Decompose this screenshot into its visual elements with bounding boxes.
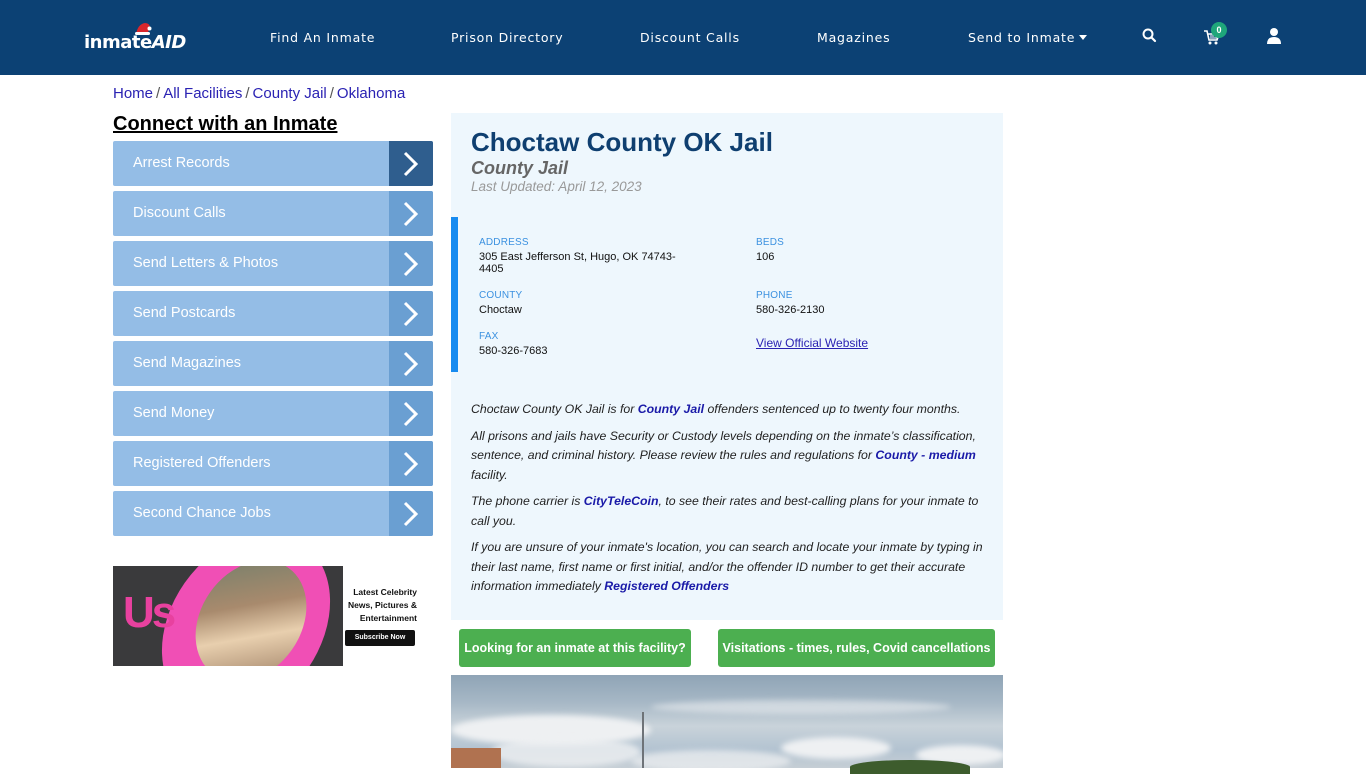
find-inmate-at-facility-button[interactable]: Looking for an inmate at this facility? — [459, 629, 691, 667]
breadcrumb-oklahoma[interactable]: Oklahoma — [337, 85, 405, 102]
phone-field: PHONE 580-326-2130 — [756, 290, 825, 316]
chevron-right-icon — [389, 491, 433, 536]
facility-title: Choctaw County OK Jail — [471, 127, 773, 157]
nav-prison-directory[interactable]: Prison Directory — [451, 30, 563, 45]
breadcrumb-separator: / — [156, 85, 161, 102]
facility-street-view-photo — [451, 675, 1003, 768]
sidebar-item-discount-calls[interactable]: Discount Calls — [113, 191, 433, 236]
description-paragraph: All prisons and jails have Security or C… — [471, 428, 976, 482]
sidebar-item-label: Registered Offenders — [133, 455, 271, 471]
chevron-right-icon — [389, 241, 433, 286]
sidebar-menu: Arrest Records Discount Calls Send Lette… — [113, 141, 433, 541]
facility-description: Choctaw County OK Jail is for County Jai… — [471, 400, 991, 604]
sidebar-item-label: Send Postcards — [133, 305, 236, 321]
sidebar-item-send-money[interactable]: Send Money — [113, 391, 433, 436]
description-paragraph: If you are unsure of your inmate's locat… — [471, 540, 983, 593]
official-website-link[interactable]: View Official Website — [756, 336, 868, 350]
photo-building — [451, 748, 501, 768]
registered-offenders-link[interactable]: Registered Offenders — [604, 579, 729, 593]
logo-text: inmateAID — [84, 32, 186, 53]
security-level-link[interactable]: County - medium — [875, 448, 975, 462]
sidebar-item-label: Send Money — [133, 405, 215, 421]
caret-down-icon — [1079, 35, 1088, 40]
county-field: COUNTY Choctaw — [479, 290, 522, 316]
fax-field: FAX 580-326-7683 — [479, 331, 548, 357]
breadcrumb-home[interactable]: Home — [113, 85, 153, 102]
sidebar-item-send-postcards[interactable]: Send Postcards — [113, 291, 433, 336]
beds-field: BEDS 106 — [756, 237, 784, 263]
photo-cloud — [631, 750, 791, 768]
sidebar-item-send-magazines[interactable]: Send Magazines — [113, 341, 433, 386]
chevron-right-icon — [389, 191, 433, 236]
chevron-right-icon — [389, 141, 433, 186]
sidebar-item-label: Discount Calls — [133, 205, 226, 221]
sidebar-item-second-chance-jobs[interactable]: Second Chance Jobs — [113, 491, 433, 536]
sidebar-item-send-letters-photos[interactable]: Send Letters & Photos — [113, 241, 433, 286]
sidebar-item-label: Send Letters & Photos — [133, 255, 279, 271]
nav-send-to-inmate-label: Send to Inmate — [968, 30, 1076, 45]
info-accent-bar — [451, 217, 458, 372]
facility-type: County Jail — [471, 158, 569, 178]
site-header: inmateAID Find An Inmate Prison Director… — [0, 0, 1366, 75]
address-label: ADDRESS — [479, 237, 529, 248]
nav-discount-calls[interactable]: Discount Calls — [640, 30, 740, 45]
visitations-button[interactable]: Visitations - times, rules, Covid cancel… — [718, 629, 995, 667]
address-field: ADDRESS 305 East Jefferson St, Hugo, OK … — [479, 237, 699, 275]
chevron-right-icon — [389, 341, 433, 386]
facility-panel: Choctaw County OK Jail County Jail Last … — [451, 113, 1003, 620]
nav-magazines[interactable]: Magazines — [817, 30, 890, 45]
nav-find-an-inmate[interactable]: Find An Inmate — [270, 30, 375, 45]
breadcrumb-all-facilities[interactable]: All Facilities — [163, 85, 242, 102]
ad-subscribe-button[interactable]: Subscribe Now — [345, 630, 415, 646]
photo-trees — [850, 760, 970, 774]
county-jail-link[interactable]: County Jail — [638, 402, 704, 416]
user-icon[interactable] — [1265, 27, 1283, 45]
facility-info-box: ADDRESS 305 East Jefferson St, Hugo, OK … — [451, 217, 1003, 372]
fax-value: 580-326-7683 — [479, 345, 548, 357]
phone-carrier-link[interactable]: CityTeleCoin — [584, 494, 659, 508]
website-field: View Official Website — [756, 334, 868, 352]
sidebar-item-arrest-records[interactable]: Arrest Records — [113, 141, 433, 186]
ad-brand-logo: Us — [123, 588, 176, 637]
phone-label: PHONE — [756, 290, 793, 301]
ad-copy: Latest Celebrity News, Pictures & Entert… — [348, 587, 417, 623]
beds-value: 106 — [756, 251, 775, 263]
county-value: Choctaw — [479, 304, 522, 316]
address-value: 305 East Jefferson St, Hugo, OK 74743-44… — [479, 251, 676, 275]
photo-antenna — [642, 712, 644, 768]
sidebar-item-label: Second Chance Jobs — [133, 505, 271, 521]
sidebar-item-registered-offenders[interactable]: Registered Offenders — [113, 441, 433, 486]
chevron-right-icon — [389, 291, 433, 336]
fax-label: FAX — [479, 331, 499, 342]
photo-cloud — [491, 737, 641, 767]
search-icon[interactable] — [1141, 27, 1159, 45]
phone-value: 580-326-2130 — [756, 304, 825, 316]
sidebar-title: Connect with an Inmate — [113, 113, 338, 135]
beds-label: BEDS — [756, 237, 785, 248]
breadcrumb-separator: / — [245, 85, 250, 102]
description-paragraph: Choctaw County OK Jail is for County Jai… — [471, 402, 961, 416]
photo-cloud — [781, 737, 891, 759]
chevron-right-icon — [389, 441, 433, 486]
site-logo[interactable]: inmateAID — [84, 22, 186, 58]
description-paragraph: The phone carrier is CityTeleCoin, to se… — [471, 494, 979, 528]
sidebar-item-label: Send Magazines — [133, 355, 242, 371]
county-label: COUNTY — [479, 290, 523, 301]
last-updated: Last Updated: April 12, 2023 — [471, 179, 642, 194]
chevron-right-icon — [389, 391, 433, 436]
breadcrumb-separator: / — [329, 85, 334, 102]
breadcrumb: Home / All Facilities / County Jail / Oklahoma — [113, 85, 405, 102]
nav-send-to-inmate[interactable]: Send to Inmate — [968, 30, 1088, 45]
cart-count-badge: 0 — [1211, 22, 1227, 38]
sidebar-item-label: Arrest Records — [133, 155, 230, 171]
breadcrumb-county-jail[interactable]: County Jail — [253, 85, 327, 102]
photo-cloud — [651, 700, 951, 714]
us-weekly-ad-banner[interactable]: Us Latest Celebrity News, Pictures & Ent… — [113, 566, 420, 666]
